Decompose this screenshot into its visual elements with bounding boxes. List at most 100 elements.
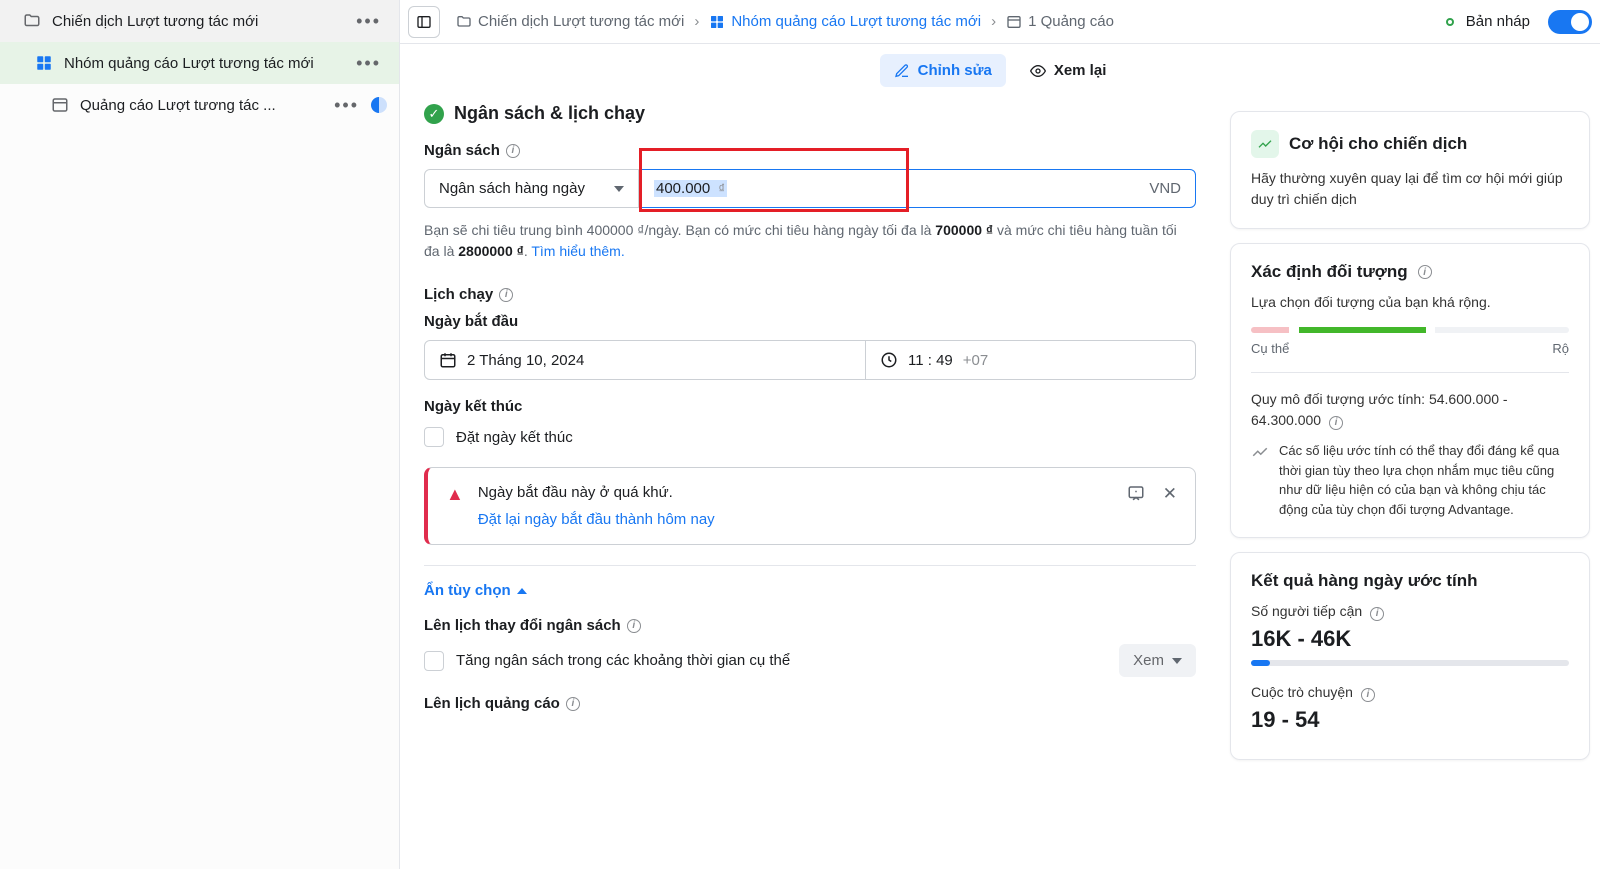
start-time-input[interactable]: 11 : 49 +07 <box>866 340 1196 380</box>
select-value: Ngân sách hàng ngày <box>439 180 585 197</box>
tree-item-adset[interactable]: Nhóm quảng cáo Lượt tương tác mới ••• <box>0 42 399 84</box>
audience-text: Lựa chọn đối tượng của bạn khá rộng. <box>1251 292 1569 313</box>
crumb-adset[interactable]: Nhóm quảng cáo Lượt tương tác mới <box>705 9 985 34</box>
tab-edit[interactable]: Chỉnh sửa <box>880 54 1006 87</box>
range-label-specific: Cụ thể <box>1251 341 1289 356</box>
close-icon[interactable]: ✕ <box>1163 484 1177 528</box>
reach-value: 16K - 46K <box>1251 626 1569 652</box>
timezone-label: +07 <box>963 352 988 369</box>
convo-label: Cuộc trò chuyện <box>1251 684 1353 700</box>
checkbox-label: Tăng ngân sách trong các khoảng thời gia… <box>456 652 1107 669</box>
audience-range-bar <box>1251 327 1569 333</box>
folder-icon <box>22 11 42 31</box>
main-panel: Chiến dịch Lượt tương tác mới › Nhóm quả… <box>400 0 1600 869</box>
alert-title: Ngày bắt đầu này ở quá khứ. <box>478 484 1113 501</box>
divider <box>424 565 1196 566</box>
edit-review-tabs: Chỉnh sửa Xem lại <box>400 44 1600 97</box>
chevron-right-icon: › <box>694 13 699 30</box>
campaign-toggle[interactable] <box>1548 10 1592 34</box>
info-icon[interactable]: i <box>627 619 641 633</box>
card-title: Cơ hội cho chiến dịch <box>1289 134 1467 154</box>
convo-value: 19 - 54 <box>1251 707 1569 733</box>
ad-icon <box>50 95 70 115</box>
trend-icon <box>1251 443 1269 461</box>
chevron-down-icon <box>1172 658 1182 664</box>
learn-more-link[interactable]: Tìm hiểu thêm. <box>531 243 624 259</box>
time-value: 11 : 49 <box>908 352 953 369</box>
card-title: Xác định đối tượng <box>1251 262 1408 282</box>
campaign-tree: Chiến dịch Lượt tương tác mới ••• Nhóm q… <box>0 0 400 869</box>
view-button[interactable]: Xem <box>1119 644 1196 677</box>
more-icon[interactable]: ••• <box>328 95 365 116</box>
insights-column: Cơ hội cho chiến dịch Hãy thường xuyên q… <box>1220 97 1600 869</box>
info-icon[interactable]: i <box>1418 265 1432 279</box>
status-label: Bản nháp <box>1466 13 1530 30</box>
tab-label: Chỉnh sửa <box>918 62 992 79</box>
crumb-campaign[interactable]: Chiến dịch Lượt tương tác mới <box>452 9 688 34</box>
date-value: 2 Tháng 10, 2024 <box>467 352 584 369</box>
opportunity-icon <box>1251 130 1279 158</box>
info-icon[interactable]: i <box>506 144 520 158</box>
status-dot-icon <box>1446 18 1454 26</box>
audience-note: Các số liệu ước tính có thể thay đổi đán… <box>1279 441 1569 519</box>
check-icon: ✓ <box>424 104 444 124</box>
reset-date-link[interactable]: Đặt lại ngày bắt đầu thành hôm nay <box>478 511 715 528</box>
currency-label: VND <box>1149 180 1181 197</box>
info-icon[interactable]: i <box>1361 688 1375 702</box>
budget-amount-wrap: 400.000 ₫ VND <box>639 169 1196 208</box>
more-icon[interactable]: ••• <box>350 53 387 74</box>
range-label-broad: Rộ <box>1552 341 1569 356</box>
form-column: ✓ Ngân sách & lịch chạy Ngân sách i Ngân… <box>400 97 1220 869</box>
increase-budget-checkbox[interactable] <box>424 651 444 671</box>
tree-item-campaign[interactable]: Chiến dịch Lượt tương tác mới ••• <box>0 0 399 42</box>
reach-label: Số người tiếp cận <box>1251 603 1362 619</box>
info-icon[interactable]: i <box>566 697 580 711</box>
info-icon[interactable]: i <box>1329 416 1343 430</box>
budget-help-text: Bạn sẽ chi tiêu trung bình 400000 ₫/ngày… <box>424 220 1196 262</box>
crumb-label: 1 Quảng cáo <box>1028 13 1114 30</box>
start-date-input[interactable]: 2 Tháng 10, 2024 <box>424 340 866 380</box>
tree-label: Nhóm quảng cáo Lượt tương tác mới <box>64 55 350 72</box>
audience-card: Xác định đối tượng i Lựa chọn đối tượng … <box>1230 243 1590 538</box>
info-icon[interactable]: i <box>1370 607 1384 621</box>
schedule-label: Lịch chạy i <box>424 286 1196 303</box>
tree-item-ad[interactable]: Quảng cáo Lượt tương tác ... ••• <box>0 84 399 126</box>
status-half-icon <box>371 97 387 113</box>
section-budget-schedule: ✓ Ngân sách & lịch chạy <box>424 103 1196 124</box>
feedback-icon[interactable] <box>1127 484 1145 528</box>
budget-amount-input[interactable]: 400.000 ₫ <box>654 180 727 197</box>
calendar-icon <box>439 351 457 369</box>
budget-type-select[interactable]: Ngân sách hàng ngày <box>424 169 639 208</box>
crumb-label: Nhóm quảng cáo Lượt tương tác mới <box>731 13 981 30</box>
crumb-ad[interactable]: 1 Quảng cáo <box>1002 9 1118 34</box>
tab-review[interactable]: Xem lại <box>1016 54 1121 87</box>
chevron-down-icon <box>614 186 624 192</box>
end-date-checkbox[interactable] <box>424 427 444 447</box>
tree-label: Chiến dịch Lượt tương tác mới <box>52 13 350 30</box>
hide-options-toggle[interactable]: Ẩn tùy chọn <box>424 582 527 599</box>
schedule-budget-change-label: Lên lịch thay đổi ngân sách i <box>424 617 1196 634</box>
chevron-right-icon: › <box>991 13 996 30</box>
breadcrumb-bar: Chiến dịch Lượt tương tác mới › Nhóm quả… <box>400 0 1600 44</box>
reach-bar <box>1251 660 1569 666</box>
tab-label: Xem lại <box>1054 62 1107 79</box>
audience-size: Quy mô đối tượng ước tính: 54.600.000 - … <box>1251 389 1569 431</box>
clock-icon <box>880 351 898 369</box>
daily-results-card: Kết quả hàng ngày ước tính Số người tiếp… <box>1230 552 1590 760</box>
start-date-label: Ngày bắt đầu <box>424 313 1196 330</box>
more-icon[interactable]: ••• <box>350 11 387 32</box>
budget-label: Ngân sách i <box>424 142 1196 159</box>
section-heading: Ngân sách & lịch chạy <box>454 103 645 124</box>
opportunity-card: Cơ hội cho chiến dịch Hãy thường xuyên q… <box>1230 111 1590 229</box>
dong-suffix: ₫ <box>718 181 725 196</box>
card-text: Hãy thường xuyên quay lại để tìm cơ hội … <box>1251 168 1569 210</box>
info-icon[interactable]: i <box>499 288 513 302</box>
crumb-label: Chiến dịch Lượt tương tác mới <box>478 13 684 30</box>
past-date-alert: ▲ Ngày bắt đầu này ở quá khứ. Đặt lại ng… <box>424 467 1196 545</box>
panel-toggle-button[interactable] <box>408 6 440 38</box>
schedule-ads-label: Lên lịch quảng cáo i <box>424 695 1196 712</box>
card-title: Kết quả hàng ngày ước tính <box>1251 571 1569 591</box>
chevron-up-icon <box>517 588 527 594</box>
warning-icon: ▲ <box>446 484 464 528</box>
checkbox-label: Đặt ngày kết thúc <box>456 429 573 446</box>
